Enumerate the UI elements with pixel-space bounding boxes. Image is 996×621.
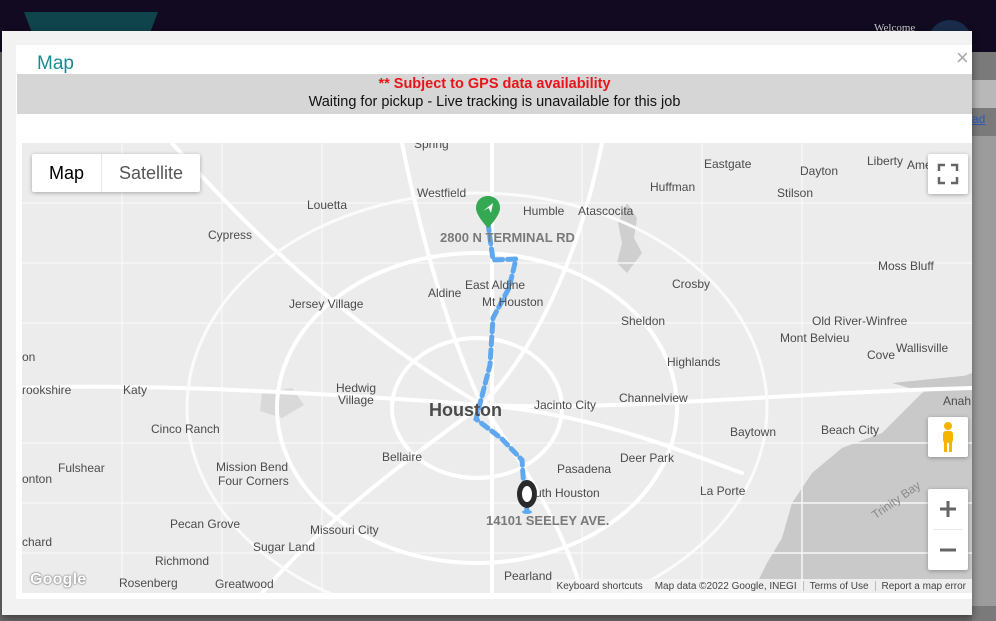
map-data-attribution: Map data ©2022 Google, INEGI	[654, 580, 797, 592]
map-label: Humble	[523, 204, 565, 218]
map-label: Pecan Grove	[170, 517, 241, 531]
background-strip	[972, 80, 996, 108]
map-label: Spring	[414, 143, 449, 151]
report-map-error-link[interactable]: Report a map error	[876, 581, 972, 592]
dropoff-address-label: 14101 SEELEY AVE.	[486, 513, 610, 528]
map-label: Mt Houston	[482, 295, 544, 309]
map-label: Cove	[867, 348, 896, 362]
map-label: Moss Bluff	[878, 259, 934, 273]
map-label: onton	[22, 472, 53, 486]
map-label: Aldine	[428, 286, 462, 300]
map-label: Atascocita	[578, 204, 634, 218]
map-label: Westfield	[417, 186, 467, 200]
map-label: Eastgate	[704, 157, 752, 171]
map-label: Sheldon	[621, 314, 666, 328]
tracking-status: Waiting for pickup - Live tracking is un…	[308, 94, 681, 110]
modal-title: Map	[37, 53, 74, 74]
background-link[interactable]: ad	[972, 112, 985, 126]
minus-icon[interactable]	[928, 530, 968, 570]
map-label: Old River-Winfree	[812, 314, 908, 328]
plus-icon[interactable]	[928, 489, 968, 529]
map-label: rookshire	[22, 383, 72, 397]
map-label: uth Houston	[535, 486, 600, 500]
map-label: Village	[338, 393, 374, 407]
modal-body: Map × ** Subject to GPS data availabilit…	[16, 45, 972, 599]
map-type-map-button[interactable]: Map	[32, 154, 103, 192]
map-footer: Keyboard shortcuts Map data ©2022 Google…	[550, 579, 972, 593]
map-label: Jersey Village	[289, 297, 364, 311]
terms-of-use-link[interactable]: Terms of Use	[804, 581, 875, 592]
close-icon[interactable]: ×	[956, 47, 976, 69]
map-label: Pasadena	[557, 462, 612, 476]
airplane-pin-icon[interactable]	[476, 196, 500, 228]
map-label: Pearland	[504, 569, 553, 583]
map-label: Highlands	[667, 355, 721, 369]
map-label: La Porte	[700, 484, 746, 498]
fullscreen-button[interactable]	[928, 154, 968, 194]
map-label: on	[22, 350, 36, 364]
map-label: Louetta	[307, 198, 348, 212]
map-label: Wallisville	[896, 341, 949, 355]
map-label: Four Corners	[218, 474, 289, 488]
street-view-button[interactable]	[928, 417, 968, 457]
map-type-control: Map Satellite	[32, 154, 201, 192]
map-label: Channelview	[619, 391, 688, 405]
map-label: chard	[22, 535, 53, 549]
zoom-control	[928, 489, 968, 570]
map-label: Anah	[943, 394, 972, 408]
map-label: Richmond	[155, 554, 210, 568]
pickup-address-label: 2800 N TERMINAL RD	[440, 230, 575, 245]
map-label: Katy	[123, 383, 148, 397]
map-label: Mont Belvieu	[780, 331, 850, 345]
map-label: Mission Bend	[216, 460, 289, 474]
map-label: Dayton	[800, 164, 839, 178]
map-canvas[interactable]: Spring Eastgate Liberty Ame Dayton Westf…	[22, 143, 972, 593]
map-modal: Map × ** Subject to GPS data availabilit…	[2, 31, 972, 615]
map-label: Cinco Ranch	[151, 422, 220, 436]
tracking-notice: ** Subject to GPS data availability Wait…	[17, 74, 972, 114]
map-label: Bellaire	[382, 450, 423, 464]
map-label-houston: Houston	[429, 400, 502, 420]
map-label: Deer Park	[620, 451, 675, 465]
map-label: Greatwood	[215, 577, 274, 591]
map-label: Liberty	[867, 154, 904, 168]
map-label: Baytown	[730, 425, 777, 439]
map-label: Crosby	[672, 277, 711, 291]
map-label: Rosenberg	[119, 576, 178, 590]
map-label: Fulshear	[58, 461, 105, 475]
map-label: Jacinto City	[534, 398, 597, 412]
fullscreen-icon	[937, 163, 959, 185]
map-type-satellite-button[interactable]: Satellite	[102, 154, 200, 192]
gps-warning: ** Subject to GPS data availability	[378, 76, 611, 92]
map-label: Sugar Land	[253, 540, 316, 554]
pegman-icon	[943, 422, 953, 452]
background-card	[972, 136, 996, 606]
map-label: Huffman	[650, 180, 696, 194]
google-logo: Google	[30, 571, 87, 588]
map-label: East Aldine	[465, 278, 526, 292]
keyboard-shortcuts-link[interactable]: Keyboard shortcuts	[551, 581, 649, 592]
map-label: Stilson	[777, 186, 814, 200]
map-label: Cypress	[208, 228, 253, 242]
map-label: Beach City	[821, 423, 880, 437]
map-label: Missouri City	[310, 523, 379, 537]
